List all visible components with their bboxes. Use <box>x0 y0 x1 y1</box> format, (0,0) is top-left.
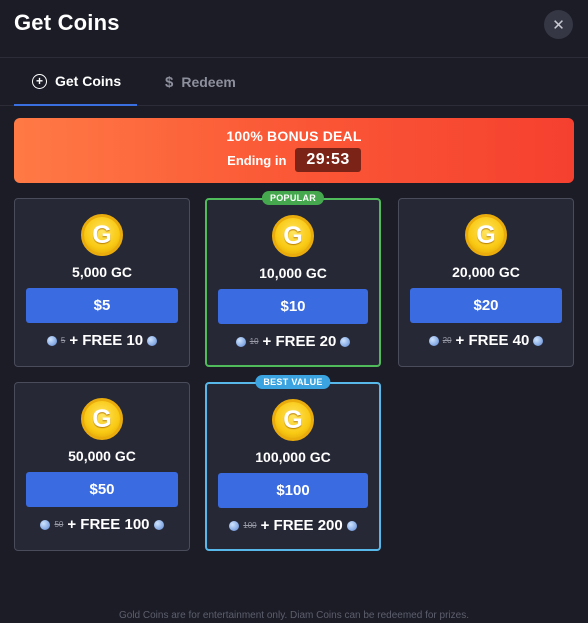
banner-title: 100% BONUS DEAL <box>226 128 362 144</box>
coin-package-card: BEST VALUE G 100,000 GC $100 100 + FREE … <box>205 375 381 551</box>
buy-button[interactable]: $50 <box>26 472 178 507</box>
coin-amount: 10,000 GC <box>259 265 327 281</box>
tab-label: Get Coins <box>55 73 122 89</box>
plus-circle-icon: + <box>32 73 47 89</box>
diamond-coin-icon <box>153 519 164 530</box>
gold-coin-icon: G <box>272 399 314 441</box>
close-button[interactable]: ✕ <box>544 10 573 39</box>
coin-amount: 20,000 GC <box>452 264 520 280</box>
tab-label: Redeem <box>181 74 236 90</box>
gold-coin-icon: G <box>81 214 123 256</box>
popular-badge: POPULAR <box>261 191 325 205</box>
bonus-row: 100 + FREE 200 <box>207 517 379 534</box>
coin-amount: 50,000 GC <box>68 448 136 464</box>
old-bonus-value: 50 <box>54 520 64 529</box>
best-value-badge: BEST VALUE <box>255 375 331 389</box>
modal-title: Get Coins <box>14 10 120 35</box>
diamond-coin-icon <box>40 519 51 530</box>
bonus-row: 5 + FREE 10 <box>15 332 189 349</box>
bonus-row: 20 + FREE 40 <box>399 332 573 349</box>
buy-button[interactable]: $20 <box>410 288 562 323</box>
buy-button[interactable]: $100 <box>218 473 368 508</box>
coin-package-card: POPULAR G 10,000 GC $10 10 + FREE 20 <box>205 191 381 367</box>
old-bonus-value: 5 <box>60 336 66 345</box>
old-bonus-value: 10 <box>249 337 259 346</box>
gold-coin-icon: G <box>465 214 507 256</box>
tab-redeem[interactable]: $ Redeem <box>165 58 236 106</box>
gold-coin-icon: G <box>272 215 314 257</box>
bonus-row: 50 + FREE 100 <box>15 516 189 533</box>
diamond-coin-icon <box>346 520 357 531</box>
free-bonus-text: + FREE 40 <box>455 332 530 349</box>
disclaimer-text: Gold Coins are for entertainment only. D… <box>119 610 469 621</box>
diamond-coin-icon <box>340 336 351 347</box>
gold-coin-icon: G <box>81 398 123 440</box>
coin-amount: 5,000 GC <box>72 264 132 280</box>
coin-package-card: G 5,000 GC $5 5 + FREE 10 <box>14 198 190 367</box>
diamond-coin-icon <box>235 336 246 347</box>
free-bonus-text: + FREE 100 <box>67 516 150 533</box>
tab-get-coins[interactable]: + Get Coins <box>14 58 137 106</box>
free-bonus-text: + FREE 200 <box>260 517 343 534</box>
tab-bar: + Get Coins $ Redeem <box>0 57 588 106</box>
bonus-deal-banner: 100% BONUS DEAL Ending in 29:53 <box>14 118 574 183</box>
old-bonus-value: 20 <box>442 336 452 345</box>
bonus-row: 10 + FREE 20 <box>207 333 379 350</box>
coin-amount: 100,000 GC <box>255 449 331 465</box>
diamond-coin-icon <box>229 520 240 531</box>
buy-button[interactable]: $10 <box>218 289 368 324</box>
close-icon: ✕ <box>552 16 565 34</box>
diamond-coin-icon <box>46 335 57 346</box>
ending-label: Ending in <box>227 152 287 168</box>
coin-package-card: G 20,000 GC $20 20 + FREE 40 <box>398 198 574 367</box>
free-bonus-text: + FREE 10 <box>69 332 144 349</box>
free-bonus-text: + FREE 20 <box>262 333 337 350</box>
modal-header: Get Coins ✕ <box>0 0 588 56</box>
dollar-icon: $ <box>165 73 174 91</box>
diamond-coin-icon <box>428 335 439 346</box>
countdown-timer: 29:53 <box>295 148 361 172</box>
coin-package-card: G 50,000 GC $50 50 + FREE 100 <box>14 382 190 551</box>
old-bonus-value: 100 <box>243 521 257 530</box>
diamond-coin-icon <box>147 335 158 346</box>
buy-button[interactable]: $5 <box>26 288 178 323</box>
diamond-coin-icon <box>533 335 544 346</box>
